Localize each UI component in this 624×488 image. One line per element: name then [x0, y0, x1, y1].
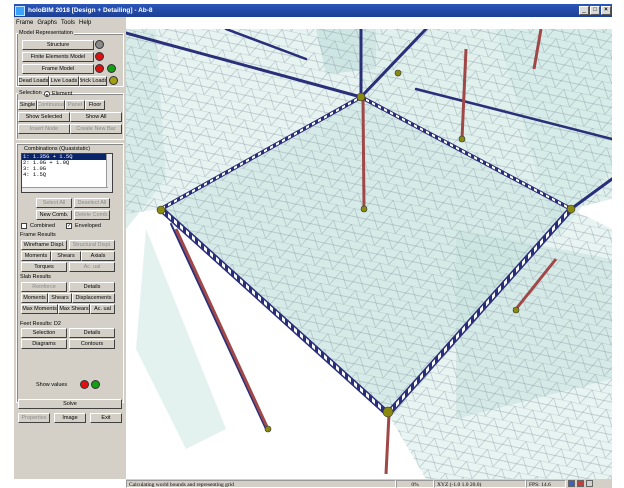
slab-shears-button[interactable]: Shears [48, 293, 72, 303]
solve-button[interactable]: Solve [18, 399, 122, 409]
status-coordinates: XYZ (-1.0 1.0 20.0) [434, 479, 526, 488]
render-icon[interactable] [577, 480, 584, 487]
frame-model-red-toggle[interactable] [95, 64, 104, 73]
frame-model-button[interactable]: Frame Model [22, 64, 94, 74]
combinations-label: Combinations (Quasistatic) [24, 146, 91, 152]
settings-icon[interactable] [586, 480, 593, 487]
status-message: Calculating world bounds and representin… [126, 479, 396, 488]
slab-details-button[interactable]: Details [69, 282, 115, 292]
menu-help[interactable]: Help [77, 20, 93, 26]
single-button[interactable]: Single [18, 100, 37, 110]
enveloped-checkbox[interactable]: ✓ [66, 223, 72, 229]
feet-details-button[interactable]: Details [69, 328, 115, 338]
show-values-red-toggle[interactable] [80, 380, 89, 389]
continuous-button[interactable]: Continuous [37, 100, 65, 110]
select-all-button[interactable]: Select All [36, 198, 72, 208]
combinations-listbox[interactable]: 1: 1.35G + 1.5Q 2: 1.0G + 1.0Q 3: 1.0G 4… [21, 153, 113, 193]
frame-actual-button[interactable]: Ac. ual [69, 262, 115, 272]
brick-loads-toggle[interactable] [109, 76, 118, 85]
exit-button[interactable]: Exit [90, 413, 122, 423]
max-moments-button[interactable]: Max Moments [21, 304, 58, 314]
frame-torques-button[interactable]: Torques [21, 262, 67, 272]
slab-actual-button[interactable]: Ac. ual [90, 304, 115, 314]
view-icon[interactable] [568, 480, 575, 487]
slab-moments-button[interactable]: Moments [21, 293, 48, 303]
app-icon [15, 5, 25, 16]
menu-bar: Frame Graphs Tools Help [14, 17, 126, 29]
title-bar: holoBIM 2018 [Design + Detailing] - Ab-8… [14, 4, 612, 17]
frame-model-green-toggle[interactable] [107, 64, 116, 73]
feet-diagrams-button[interactable]: Diagrams [21, 339, 67, 349]
slab-displacements-button[interactable]: Displacements [72, 293, 115, 303]
frame-shears-button[interactable]: Shears [51, 251, 81, 261]
element-option-label: Element [52, 91, 73, 97]
brick-loads-button[interactable]: Brick Loads [79, 76, 107, 86]
feet-selection-button[interactable]: Selection [21, 328, 67, 338]
feet-contours-button[interactable]: Contours [69, 339, 115, 349]
max-shears-button[interactable]: Max Shears [58, 304, 90, 314]
frame-axials-button[interactable]: Axials [81, 251, 115, 261]
slab-results-label: Slab Results [20, 274, 51, 280]
show-all-button[interactable]: Show All [70, 112, 122, 122]
menu-tools[interactable]: Tools [59, 20, 77, 26]
control-panel: Model Representation Structure Finite El… [14, 29, 126, 479]
create-new-bar-button[interactable]: Create New Bar [70, 124, 122, 134]
model-representation-label: Model Representation [18, 30, 74, 36]
frame-results-label: Frame Results [20, 232, 56, 238]
combinations-horizontal-scrollbar[interactable] [22, 187, 108, 192]
enveloped-label: Enveloped [75, 223, 101, 229]
live-loads-button[interactable]: Live Loads [49, 76, 79, 86]
reinforce-button[interactable]: Reinforce [21, 282, 67, 292]
combined-label: Combined [30, 223, 56, 229]
status-bar: Calculating world bounds and representin… [126, 479, 612, 488]
delete-combination-button[interactable]: Delete Comb. [74, 210, 110, 220]
combination-item[interactable]: 4: 1.5Q [22, 172, 112, 178]
new-combination-button[interactable]: New Comb. [36, 210, 72, 220]
frame-moments-button[interactable]: Moments [21, 251, 51, 261]
minimize-icon[interactable]: _ [579, 6, 589, 15]
status-fps: FPS: 14.6 [526, 479, 566, 488]
show-values-green-toggle[interactable] [91, 380, 100, 389]
structural-displacement-button[interactable]: Structural Displ. [69, 240, 115, 250]
3d-viewport[interactable] [126, 29, 612, 479]
show-selected-button[interactable]: Show Selected [18, 112, 70, 122]
menu-graphs[interactable]: Graphs [35, 20, 59, 26]
menu-frame[interactable]: Frame [14, 20, 35, 26]
wireframe-displacement-button[interactable]: Wireframe Displ. [21, 240, 67, 250]
insert-node-button[interactable]: Insert Node [18, 124, 70, 134]
finite-elements-button[interactable]: Finite Elements Model [22, 52, 94, 62]
panel-button[interactable]: Panel [65, 100, 85, 110]
combined-checkbox[interactable] [21, 223, 27, 229]
floor-button[interactable]: Floor [85, 100, 105, 110]
show-values-label: Show values [36, 382, 68, 388]
element-radio[interactable]: ● [44, 91, 50, 97]
structure-rendering [126, 29, 612, 479]
deselect-all-button[interactable]: Deselect All [74, 198, 110, 208]
image-button[interactable]: Image [54, 413, 86, 423]
window-title: holoBIM 2018 [Design + Detailing] - Ab-8 [28, 7, 153, 14]
status-progress: 0% [396, 479, 434, 488]
feet-results-label: Feet Results: D2 [20, 321, 61, 327]
selection-label: Selection [18, 90, 43, 96]
maximize-icon[interactable]: □ [590, 6, 600, 15]
dead-loads-button[interactable]: Dead Loads [18, 76, 49, 86]
close-icon[interactable]: × [601, 6, 611, 15]
structure-gray-toggle[interactable] [95, 40, 104, 49]
properties-button[interactable]: Properties [18, 413, 50, 423]
finite-elements-red-toggle[interactable] [95, 52, 104, 61]
structure-button[interactable]: Structure [22, 40, 94, 50]
